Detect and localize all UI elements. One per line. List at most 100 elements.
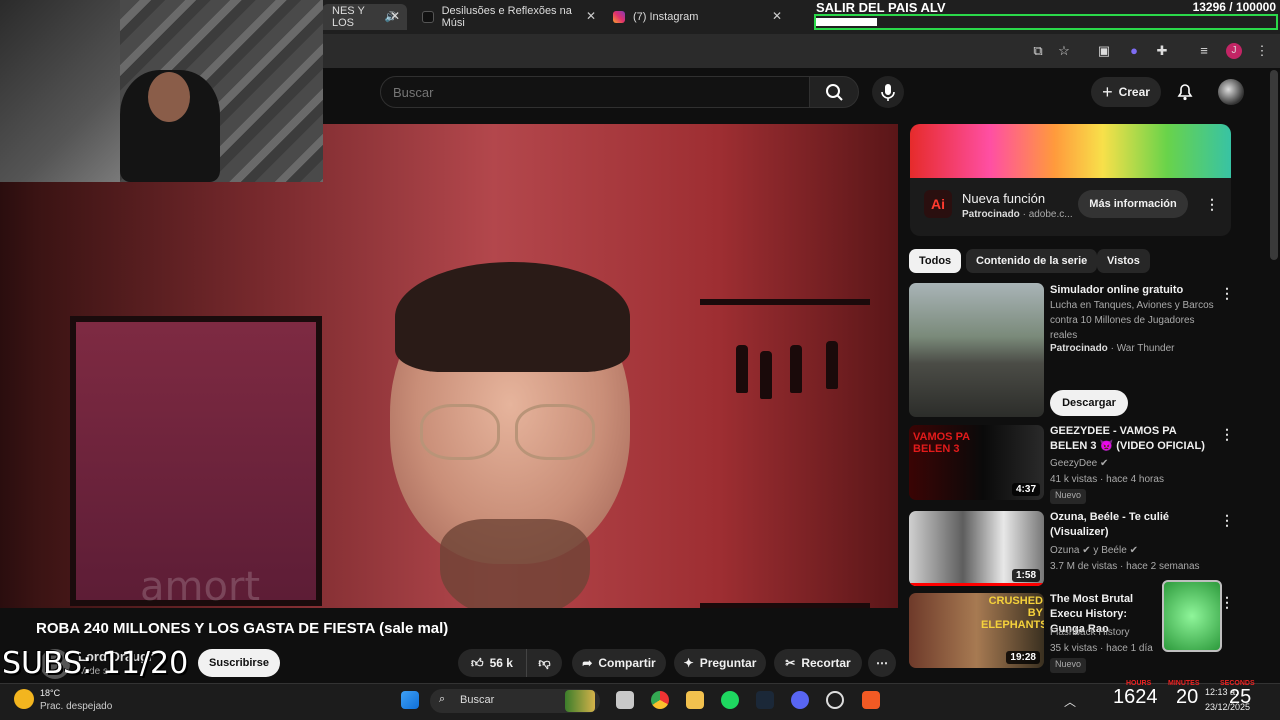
search-input[interactable] (380, 76, 810, 108)
tab-tiktok[interactable]: Desilusões e Reflexões na Músi ✕ (412, 4, 602, 30)
download-button[interactable]: Descargar (1050, 390, 1128, 416)
video-thumbnail[interactable]: CRUSHED BY ELEPHANTS 19:28 (909, 593, 1044, 668)
ad-menu-icon[interactable]: ⋮ (1205, 196, 1219, 213)
new-badge: Nuevo (1050, 489, 1087, 504)
create-button[interactable]: + Crear (1091, 77, 1161, 107)
item-menu-icon[interactable]: ⋮ (1220, 512, 1234, 529)
windows-start-icon[interactable] (401, 691, 419, 709)
thumbs-up-icon: 👍︎ (471, 655, 484, 670)
chrome-icon[interactable] (651, 691, 669, 709)
sponsored-label: Patrocinado · War Thunder (1050, 343, 1175, 354)
account-avatar[interactable] (1218, 79, 1244, 105)
plus-icon: + (1102, 81, 1113, 102)
thumbnail-text: VAMOS PA BELEN 3 (913, 431, 970, 455)
glasses-right (515, 404, 595, 460)
ad-more-info-button[interactable]: Más información (1078, 190, 1188, 218)
chip-all[interactable]: Todos (909, 249, 962, 273)
tray-chevron-icon[interactable]: ︿ (1064, 693, 1076, 710)
bookmark-star-icon[interactable]: ☆ (1056, 43, 1072, 59)
install-app-icon[interactable]: ⧉ (1030, 43, 1046, 59)
search-icon (826, 84, 843, 101)
search-highlight-icon (565, 690, 595, 712)
channel-name[interactable]: Ozuna ✔ y Beéle ✔ (1050, 543, 1138, 559)
weather-icon[interactable] (14, 689, 34, 709)
watched-progress (909, 583, 1044, 586)
tab-close-icon[interactable]: ✕ (390, 9, 400, 23)
discord-icon[interactable] (791, 691, 809, 709)
video-thumbnail[interactable]: VAMOS PA BELEN 3 4:37 (909, 425, 1044, 500)
glasses-left (420, 404, 500, 460)
video-player[interactable]: amort (0, 124, 898, 608)
verified-icon: ✔ (1082, 545, 1091, 556)
sponsored-thumbnail[interactable] (909, 283, 1044, 417)
clock-time[interactable]: 12:13 a. (1205, 687, 1238, 697)
video-title-link[interactable]: GEEZYDEE - VAMOS PA BELEN 3 👿 (VIDEO OFI… (1050, 424, 1212, 454)
tiktok-icon (422, 11, 434, 23)
item-menu-icon[interactable]: ⋮ (1220, 426, 1234, 443)
item-menu-icon[interactable]: ⋮ (1220, 594, 1234, 611)
ask-label: Preguntar (699, 656, 757, 670)
ask-button[interactable]: ✦ Preguntar (674, 649, 766, 677)
ad-sponsored: Patrocinado (962, 209, 1020, 220)
ad-subtitle: Patrocinado · adobe.c... (962, 209, 1073, 220)
task-view-icon[interactable] (616, 691, 634, 709)
brave-icon[interactable] (862, 691, 880, 709)
file-explorer-icon[interactable] (686, 691, 704, 709)
more-actions-button[interactable]: ⋯ (868, 649, 896, 677)
steam-icon[interactable] (756, 691, 774, 709)
thumbs-down-icon: 👎︎ (538, 655, 551, 670)
channel-label: Ozuna (1050, 545, 1080, 556)
chip-series[interactable]: Contenido de la serie (966, 249, 1098, 273)
clock-date[interactable]: 23/12/2025 (1205, 702, 1250, 712)
channel-name[interactable]: GeezyDee ✔ (1050, 456, 1108, 472)
video-watermark: amort (140, 564, 261, 608)
tab-close-icon[interactable]: ✕ (586, 9, 596, 23)
discord-extension-icon[interactable]: ● (1126, 43, 1142, 59)
thumbnail-text: CRUSHED BY ELEPHANTS (981, 595, 1044, 631)
verified-icon: ✔ (1129, 545, 1138, 556)
sponsored-title[interactable]: Simulador online gratuito (1050, 283, 1212, 298)
video-meta: 35 k vistas · hace 1 día (1050, 643, 1153, 654)
instagram-icon (613, 11, 625, 23)
chip-watched[interactable]: Vistos (1097, 249, 1150, 273)
search-icon: ⌕ (439, 693, 446, 705)
weather-description: Prac. despejado (40, 701, 113, 712)
profile-avatar[interactable]: J (1226, 43, 1242, 59)
video-duration: 1:58 (1011, 569, 1040, 582)
search-button[interactable] (809, 76, 859, 108)
like-button[interactable]: 👍︎ 56 k (458, 649, 526, 677)
tab-label: (7) Instagram (633, 11, 699, 23)
ad-title: Nueva función (962, 191, 1046, 206)
webcam-head (148, 72, 190, 122)
scissors-icon: ✂ (785, 656, 796, 670)
puzzle-icon[interactable]: ✚ (1154, 43, 1170, 59)
tab-close-icon[interactable]: ✕ (772, 9, 782, 23)
item-menu-icon[interactable]: ⋮ (1220, 285, 1234, 302)
video-thumbnail[interactable]: 1:58 (909, 511, 1044, 586)
tab-instagram[interactable]: (7) Instagram ✕ (603, 4, 788, 30)
menu-icon[interactable]: ⋮ (1254, 43, 1270, 59)
channel-name[interactable]: Flashback History (1050, 625, 1129, 641)
share-button[interactable]: ➦ Compartir (572, 649, 666, 677)
extension-icon[interactable]: ▣ (1096, 43, 1112, 59)
video-title-link[interactable]: Ozuna, Beéle - Te culié (Visualizer) (1050, 510, 1212, 540)
notifications-button[interactable] (1174, 80, 1196, 102)
dislike-button[interactable]: 👎︎ (526, 649, 562, 677)
channel-extra: y Beéle (1093, 545, 1127, 556)
reading-list-icon[interactable]: ≡ (1196, 43, 1212, 59)
goal-count: 13296 / 100000 (1192, 0, 1276, 14)
subscribe-button[interactable]: Suscribirse (198, 649, 280, 677)
scrollbar[interactable] (1270, 70, 1278, 260)
weather-temperature: 18°C (40, 688, 61, 698)
obs-icon[interactable] (826, 691, 844, 709)
voice-search-button[interactable] (872, 76, 904, 108)
bottle (826, 341, 838, 389)
clip-button[interactable]: ✂ Recortar (774, 649, 862, 677)
video-title: ROBA 240 MILLONES Y LOS GASTA DE FIESTA … (36, 620, 449, 637)
video-duration: 19:28 (1006, 651, 1040, 664)
new-badge: Nuevo (1050, 658, 1087, 673)
tab-label: Desilusões e Reflexões na Músi (441, 5, 572, 29)
spotify-icon[interactable] (721, 691, 739, 709)
bell-icon (1177, 84, 1193, 101)
microphone-icon (881, 84, 895, 101)
